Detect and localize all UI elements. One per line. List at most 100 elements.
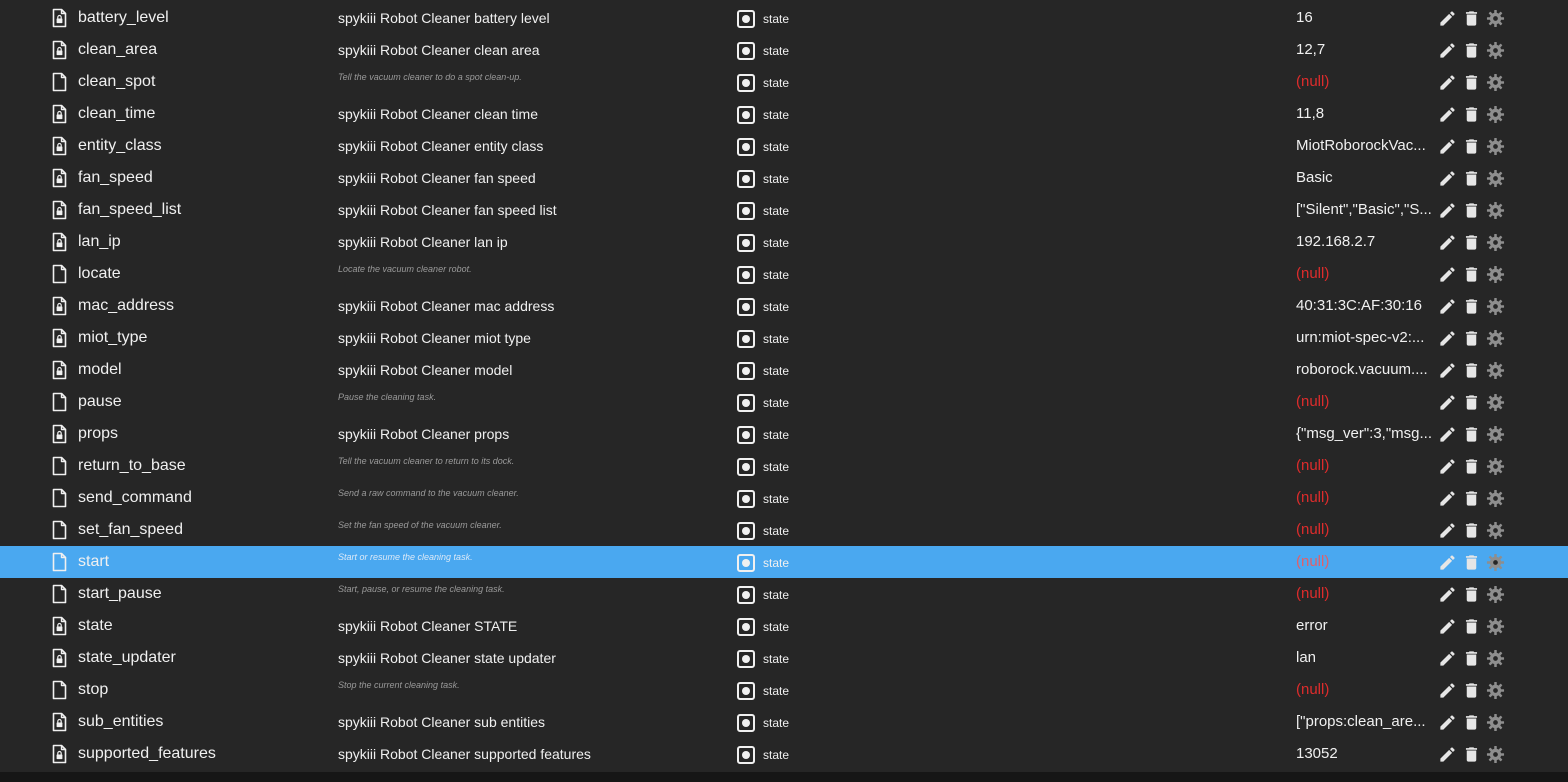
gear-icon[interactable] [1486,73,1505,92]
object-name[interactable]: clean_time [78,98,155,130]
object-value[interactable]: roborock.vacuum.... [1296,354,1434,386]
table-row[interactable]: fan_speed spykiii Robot Cleaner fan speed… [0,162,1568,194]
pencil-icon[interactable] [1438,521,1457,540]
pencil-icon[interactable] [1438,649,1457,668]
object-value[interactable]: 192.168.2.7 [1296,226,1434,258]
gear-icon[interactable] [1486,105,1505,124]
trash-icon[interactable] [1462,361,1481,380]
table-row[interactable]: state spykiii Robot Cleaner STATE state err… [0,610,1568,642]
pencil-icon[interactable] [1438,425,1457,444]
object-value[interactable]: (null) [1296,386,1434,418]
trash-icon[interactable] [1462,393,1481,412]
pencil-icon[interactable] [1438,9,1457,28]
pencil-icon[interactable] [1438,297,1457,316]
pencil-icon[interactable] [1438,233,1457,252]
object-name[interactable]: lan_ip [78,226,121,258]
object-name[interactable]: supported_features [78,738,216,770]
gear-icon[interactable] [1486,201,1505,220]
object-name[interactable]: start_pause [78,578,162,610]
pencil-icon[interactable] [1438,169,1457,188]
object-name[interactable]: entity_class [78,130,162,162]
object-name[interactable]: sub_entities [78,706,163,738]
pencil-icon[interactable] [1438,41,1457,60]
trash-icon[interactable] [1462,713,1481,732]
table-row[interactable]: locate Locate the vacuum cleaner robot. st… [0,258,1568,290]
table-row[interactable]: miot_type spykiii Robot Cleaner miot type… [0,322,1568,354]
object-name[interactable]: state_updater [78,642,176,674]
object-value[interactable]: (null) [1296,578,1434,610]
trash-icon[interactable] [1462,73,1481,92]
gear-icon[interactable] [1486,617,1505,636]
pencil-icon[interactable] [1438,361,1457,380]
trash-icon[interactable] [1462,425,1481,444]
object-value[interactable]: (null) [1296,258,1434,290]
table-row[interactable]: set_fan_speed Set the fan speed of the va… [0,514,1568,546]
object-name[interactable]: locate [78,258,121,290]
table-row[interactable]: battery_level spykiii Robot Cleaner batte… [0,2,1568,34]
trash-icon[interactable] [1462,9,1481,28]
object-name[interactable]: stop [78,674,108,706]
gear-icon[interactable] [1486,681,1505,700]
object-value[interactable]: 13052 [1296,738,1434,770]
pencil-icon[interactable] [1438,265,1457,284]
pencil-icon[interactable] [1438,137,1457,156]
table-row[interactable]: fan_speed_list spykiii Robot Cleaner fan … [0,194,1568,226]
object-value[interactable]: urn:miot-spec-v2:... [1296,322,1434,354]
object-value[interactable]: Basic [1296,162,1434,194]
table-row[interactable]: state_updater spykiii Robot Cleaner state… [0,642,1568,674]
trash-icon[interactable] [1462,233,1481,252]
object-name[interactable]: fan_speed [78,162,153,194]
object-value[interactable]: 11,8 [1296,98,1434,130]
table-row[interactable]: clean_area spykiii Robot Cleaner clean ar… [0,34,1568,66]
table-row[interactable]: stop Stop the current cleaning task. state… [0,674,1568,706]
trash-icon[interactable] [1462,169,1481,188]
trash-icon[interactable] [1462,681,1481,700]
object-name[interactable]: set_fan_speed [78,514,183,546]
object-name[interactable]: props [78,418,118,450]
object-name[interactable]: miot_type [78,322,147,354]
table-row[interactable]: pause Pause the cleaning task. state (null) [0,386,1568,418]
trash-icon[interactable] [1462,521,1481,540]
trash-icon[interactable] [1462,649,1481,668]
gear-icon[interactable] [1486,457,1505,476]
gear-icon[interactable] [1486,425,1505,444]
object-value[interactable]: (null) [1296,674,1434,706]
object-value[interactable]: 40:31:3C:AF:30:16 [1296,290,1434,322]
table-row[interactable]: clean_time spykiii Robot Cleaner clean ti… [0,98,1568,130]
gear-icon[interactable] [1486,361,1505,380]
pencil-icon[interactable] [1438,585,1457,604]
object-name[interactable]: clean_area [78,34,157,66]
table-row[interactable]: send_command Send a raw command to the va… [0,482,1568,514]
table-row[interactable]: mac_address spykiii Robot Cleaner mac add… [0,290,1568,322]
trash-icon[interactable] [1462,585,1481,604]
object-value[interactable]: 12,7 [1296,34,1434,66]
gear-icon[interactable] [1486,9,1505,28]
object-value[interactable]: (null) [1296,450,1434,482]
trash-icon[interactable] [1462,137,1481,156]
object-name[interactable]: send_command [78,482,192,514]
gear-icon[interactable] [1486,553,1505,572]
object-value[interactable]: (null) [1296,546,1434,578]
pencil-icon[interactable] [1438,457,1457,476]
table-row[interactable]: lan_ip spykiii Robot Cleaner lan ip state 1… [0,226,1568,258]
object-name[interactable]: mac_address [78,290,174,322]
pencil-icon[interactable] [1438,489,1457,508]
object-value[interactable]: 16 [1296,2,1434,34]
trash-icon[interactable] [1462,41,1481,60]
object-value[interactable]: ["props:clean_are... [1296,706,1434,738]
trash-icon[interactable] [1462,745,1481,764]
gear-icon[interactable] [1486,521,1505,540]
object-name[interactable]: fan_speed_list [78,194,181,226]
pencil-icon[interactable] [1438,745,1457,764]
trash-icon[interactable] [1462,201,1481,220]
table-row[interactable]: return_to_base Tell the vacuum cleaner to… [0,450,1568,482]
gear-icon[interactable] [1486,649,1505,668]
gear-icon[interactable] [1486,489,1505,508]
object-name[interactable]: pause [78,386,122,418]
trash-icon[interactable] [1462,489,1481,508]
object-name[interactable]: start [78,546,109,578]
pencil-icon[interactable] [1438,617,1457,636]
table-row[interactable]: supported_features spykiii Robot Cleaner … [0,738,1568,770]
pencil-icon[interactable] [1438,713,1457,732]
pencil-icon[interactable] [1438,393,1457,412]
